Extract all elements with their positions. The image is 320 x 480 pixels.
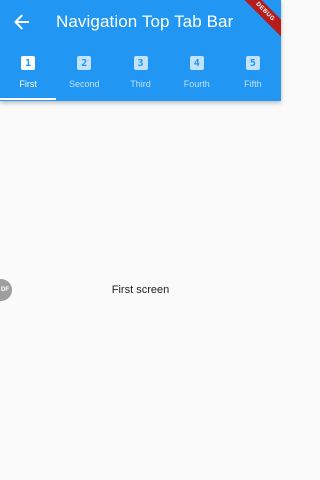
app-bar: Navigation Top Tab Bar 1 First 2 Second …	[0, 0, 281, 101]
back-button[interactable]	[8, 8, 36, 36]
tab-label: Second	[69, 79, 100, 89]
looks-four-icon: 4	[189, 56, 204, 70]
tab-second[interactable]: 2 Second	[56, 48, 112, 101]
page-title: Navigation Top Tab Bar	[56, 12, 234, 31]
arrow-left-icon	[14, 14, 29, 30]
tab-bar: 1 First 2 Second 3 Third 4 Fourth 5 Fift…	[0, 48, 281, 101]
tab-fourth[interactable]: 4 Fourth	[169, 48, 225, 101]
tab-third[interactable]: 3 Third	[112, 48, 168, 101]
tab-fifth[interactable]: 5 Fifth	[225, 48, 281, 101]
tab-content: First screen	[0, 101, 281, 480]
screen-text: First screen	[111, 284, 170, 296]
tab-label: Third	[130, 79, 151, 89]
debug-banner: DEBUG	[232, 0, 281, 45]
looks-one-icon: 1	[21, 56, 36, 70]
looks-three-icon: 3	[133, 56, 148, 70]
looks-two-icon: 2	[77, 56, 92, 70]
tab-label: Fifth	[244, 79, 262, 89]
looks-five-icon: 5	[245, 56, 260, 70]
tab-label: First	[19, 79, 37, 89]
tab-indicator	[0, 98, 56, 100]
tab-first[interactable]: 1 First	[0, 48, 56, 101]
tab-label: Fourth	[183, 79, 210, 89]
